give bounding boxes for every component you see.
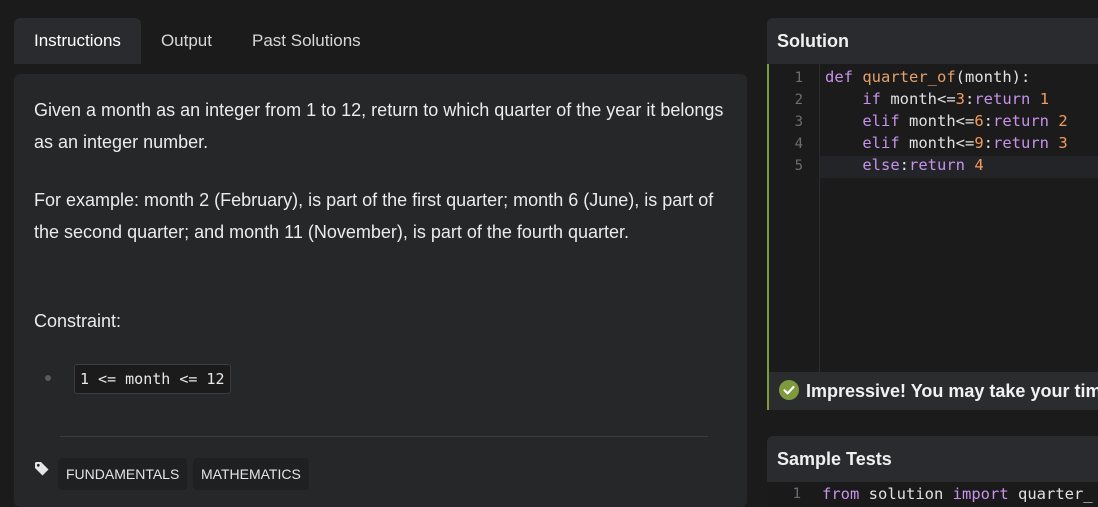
tab-instructions[interactable]: Instructions — [14, 18, 141, 64]
code-token: import — [952, 485, 1009, 503]
code-token: month<= — [899, 134, 975, 152]
tag-icon — [35, 462, 49, 476]
code-token: quarter_ — [1008, 485, 1093, 503]
code-token: 4 — [974, 156, 984, 174]
tab-past-solutions[interactable]: Past Solutions — [232, 18, 381, 64]
code-token: elif — [862, 134, 900, 152]
code-token: return — [909, 156, 965, 174]
code-token: 1 — [1039, 90, 1050, 108]
code-line: from solution import quarter_ — [822, 485, 1093, 503]
code-line: elif month<=9:return 3 — [825, 134, 1068, 152]
divider — [60, 436, 708, 437]
line-number: 1 — [794, 70, 803, 86]
sample-tests-title: Sample Tests — [767, 436, 1098, 482]
code-token: else — [862, 156, 900, 174]
code-token: 6 — [974, 112, 984, 130]
code-token: elif — [862, 112, 900, 130]
code-token: 9 — [974, 134, 984, 152]
sample-tests-panel: Sample Tests 1 from solution import quar… — [767, 436, 1098, 507]
code-line: else:return 4 — [825, 156, 984, 174]
code-token: month<= — [899, 112, 975, 130]
constraint-code: 1 <= month <= 12 — [74, 364, 231, 394]
code-token: return — [974, 90, 1031, 108]
code-token: month<= — [881, 90, 956, 108]
line-number: 1 — [792, 486, 801, 502]
code-editor[interactable]: 1 2 3 4 5 def quarter_of(month): if mont… — [767, 64, 1098, 372]
constraint-heading: Constraint: — [34, 311, 122, 331]
code-token: 2 — [1058, 112, 1068, 130]
code-token: return — [993, 112, 1049, 130]
code-token: from — [822, 485, 860, 503]
code-token: if — [862, 90, 881, 108]
code-line: elif month<=6:return 2 — [825, 112, 1068, 130]
code-token: : — [983, 112, 993, 130]
success-banner: Impressive! You may take your time — [767, 372, 1098, 410]
code-line: if month<=3:return 1 — [825, 90, 1049, 108]
check-circle-icon — [779, 380, 799, 400]
line-number: 4 — [794, 136, 803, 152]
code-token: 3 — [955, 90, 965, 108]
list-bullet — [45, 375, 51, 381]
code-token: 3 — [1058, 134, 1068, 152]
solution-title: Solution — [767, 18, 1098, 64]
code-token: (month): — [955, 68, 1031, 86]
example-paragraph: For example: month 2 (February), is part… — [34, 190, 714, 242]
code-token: solution — [859, 485, 953, 503]
solution-panel: Solution 1 2 3 4 5 def quarter_of(month)… — [767, 18, 1098, 410]
code-line: def quarter_of(month): — [825, 68, 1030, 86]
code-token: quarter_of — [862, 68, 956, 86]
code-token: : — [899, 156, 909, 174]
tag-fundamentals[interactable]: FUNDAMENTALS — [58, 458, 188, 490]
line-number: 2 — [794, 92, 803, 108]
tab-output[interactable]: Output — [141, 18, 232, 64]
line-number: 5 — [794, 158, 803, 174]
code-token: : — [983, 134, 993, 152]
tag-mathematics[interactable]: MATHEMATICS — [193, 458, 309, 490]
instructions-panel: Given a month as an integer from 1 to 12… — [14, 74, 747, 507]
success-message: Impressive! You may take your time — [806, 381, 1098, 401]
code-token: : — [965, 90, 975, 108]
tests-editor[interactable]: 1 from solution import quarter_ — [767, 482, 1098, 507]
code-token: return — [993, 134, 1049, 152]
code-token: def — [825, 68, 853, 86]
tab-bar: Instructions Output Past Solutions — [14, 18, 381, 64]
description-paragraph: Given a month as an integer from 1 to 12… — [34, 100, 724, 152]
line-number: 3 — [794, 114, 803, 130]
line-number-gutter: 1 2 3 4 5 — [769, 64, 820, 372]
